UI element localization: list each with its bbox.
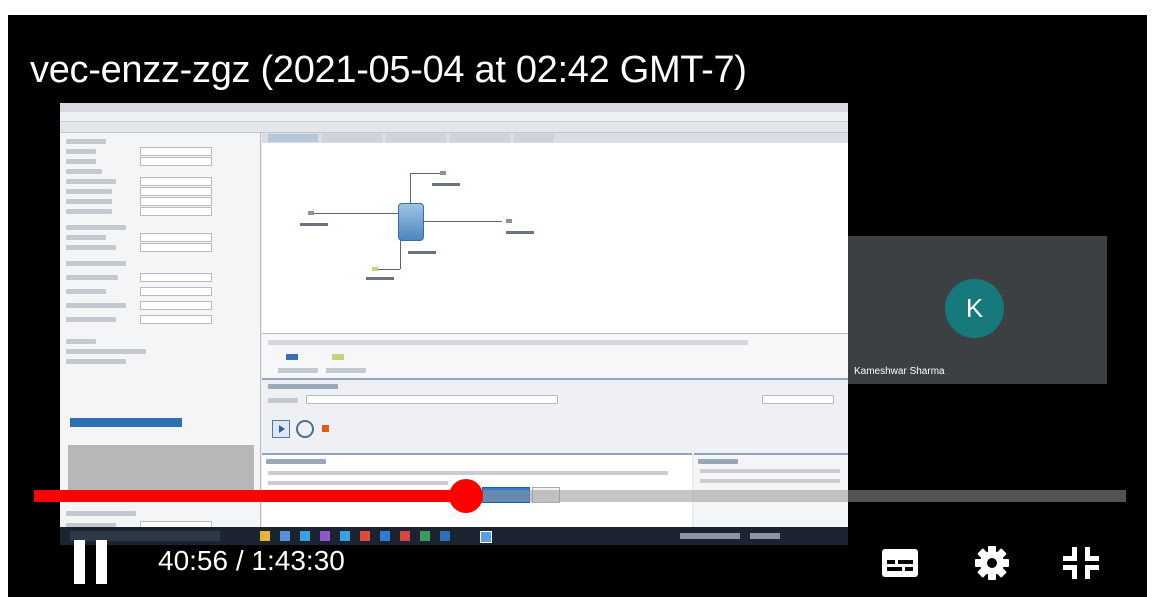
duration: 1:43:30 bbox=[251, 545, 345, 576]
exit-fullscreen-button[interactable] bbox=[1061, 543, 1101, 583]
subtitles-icon bbox=[882, 549, 918, 577]
play-simulation-icon bbox=[272, 420, 290, 438]
video-player[interactable]: vec-enzz-zgz (2021-05-04 at 02:42 GMT-7)… bbox=[8, 15, 1147, 597]
windows-taskbar bbox=[60, 527, 848, 545]
subtitles-button[interactable] bbox=[880, 543, 920, 583]
progress-bar[interactable] bbox=[34, 479, 1126, 513]
simulation-panel bbox=[262, 378, 848, 455]
time-separator: / bbox=[228, 545, 252, 576]
time-display: 40:56 / 1:43:30 bbox=[158, 545, 345, 577]
settings-button[interactable] bbox=[972, 543, 1012, 583]
vessel-icon bbox=[398, 203, 424, 241]
clock-icon bbox=[296, 420, 314, 438]
avatar: K bbox=[945, 279, 1004, 338]
stop-icon bbox=[322, 425, 329, 432]
exit-fullscreen-icon bbox=[1063, 547, 1099, 579]
app-left-panel bbox=[60, 133, 261, 533]
properties-panel bbox=[262, 333, 848, 379]
current-time: 40:56 bbox=[158, 545, 229, 576]
flowsheet-canvas bbox=[262, 133, 848, 333]
app-title-bar bbox=[60, 103, 848, 112]
selected-list-item bbox=[70, 418, 182, 427]
progress-played bbox=[34, 490, 467, 502]
participant-tile: K Kameshwar Sharma bbox=[848, 236, 1107, 384]
participant-name: Kameshwar Sharma bbox=[854, 366, 945, 377]
shared-screen-video-frame bbox=[60, 103, 848, 545]
gear-icon bbox=[975, 546, 1009, 580]
app-toolbar bbox=[60, 122, 848, 133]
video-title: vec-enzz-zgz (2021-05-04 at 02:42 GMT-7) bbox=[30, 49, 747, 91]
canvas-tabs bbox=[262, 133, 848, 143]
pause-button[interactable] bbox=[74, 540, 114, 584]
app-menu-bar bbox=[60, 112, 848, 122]
pause-icon bbox=[74, 540, 85, 584]
